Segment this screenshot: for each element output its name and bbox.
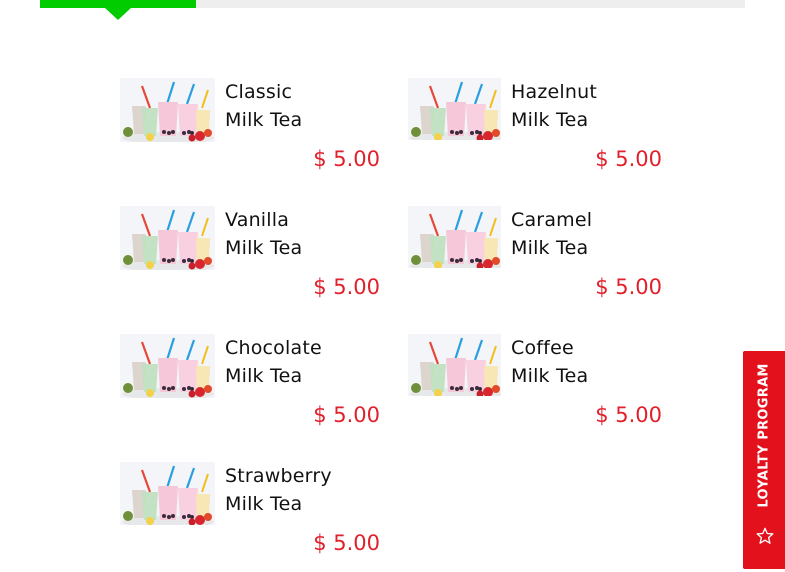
item-name[interactable]: Coffee Milk Tea xyxy=(511,334,666,390)
menu-item[interactable]: Strawberry Milk Tea $ 5.00 xyxy=(120,462,382,572)
item-price: $ 5.00 xyxy=(313,147,380,171)
loyalty-program-label: LOYALTY PROGRAM xyxy=(756,362,772,508)
menu-item[interactable]: Vanilla Milk Tea $ 5.00 xyxy=(120,206,382,316)
bubble-tea-photo[interactable] xyxy=(408,206,501,268)
star-icon xyxy=(756,527,774,544)
tab-indicator-icon xyxy=(104,7,132,20)
bubble-tea-photo[interactable] xyxy=(408,78,501,140)
item-name[interactable]: Caramel Milk Tea xyxy=(511,206,666,262)
item-price: $ 5.00 xyxy=(313,531,380,555)
menu-item[interactable]: Chocolate Milk Tea $ 5.00 xyxy=(120,334,382,444)
bubble-tea-photo[interactable] xyxy=(120,334,215,398)
item-price: $ 5.00 xyxy=(313,403,380,427)
bubble-tea-photo[interactable] xyxy=(120,78,215,142)
menu-item[interactable]: Coffee Milk Tea $ 5.00 xyxy=(408,334,662,444)
loyalty-program-button[interactable]: LOYALTY PROGRAM xyxy=(743,351,785,569)
menu-item[interactable]: Classic Milk Tea $ 5.00 xyxy=(120,78,382,188)
item-name[interactable]: Strawberry Milk Tea xyxy=(225,462,380,518)
item-price: $ 5.00 xyxy=(313,275,380,299)
item-name[interactable]: Hazelnut Milk Tea xyxy=(511,78,666,134)
menu-item[interactable]: Hazelnut Milk Tea $ 5.00 xyxy=(408,78,662,188)
bubble-tea-photo[interactable] xyxy=(120,206,215,270)
item-price: $ 5.00 xyxy=(595,275,662,299)
item-price: $ 5.00 xyxy=(595,147,662,171)
bubble-tea-photo[interactable] xyxy=(120,462,215,525)
item-price: $ 5.00 xyxy=(595,403,662,427)
item-name[interactable]: Vanilla Milk Tea xyxy=(225,206,380,262)
bubble-tea-photo[interactable] xyxy=(408,334,501,396)
menu-item[interactable]: Caramel Milk Tea $ 5.00 xyxy=(408,206,662,316)
item-name[interactable]: Classic Milk Tea xyxy=(225,78,380,134)
item-name[interactable]: Chocolate Milk Tea xyxy=(225,334,380,390)
